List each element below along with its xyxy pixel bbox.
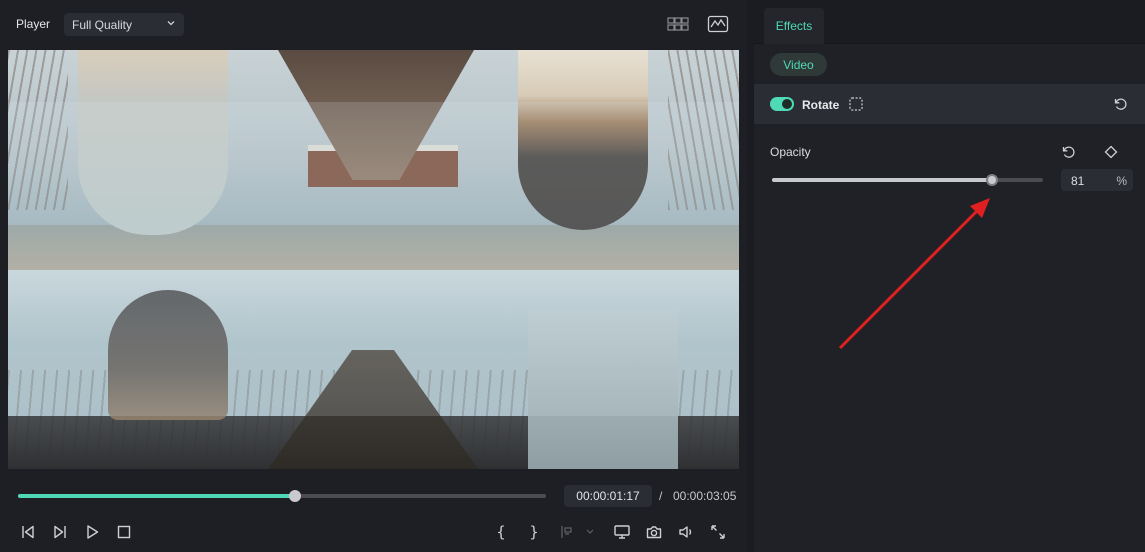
insert-dropdown[interactable] <box>557 522 597 542</box>
waveform-monitor-icon[interactable] <box>707 14 729 34</box>
mark-in-button[interactable]: { <box>491 522 511 542</box>
rotate-label: Rotate <box>802 98 840 112</box>
play-icon <box>87 525 99 539</box>
editor-window: Player Full Quality 00:00:01:17 / 00:00:… <box>0 0 1145 552</box>
player-header: Player Full Quality <box>0 0 746 48</box>
reset-icon[interactable] <box>1113 96 1129 112</box>
keyframe-diamond-icon[interactable] <box>1103 144 1119 160</box>
grid-view-icon[interactable] <box>667 14 689 34</box>
timeline-playhead[interactable] <box>288 490 301 502</box>
step-forward-icon <box>54 525 66 539</box>
expand-icon <box>711 525 725 539</box>
fullscreen-button[interactable] <box>708 522 728 542</box>
video-preview[interactable] <box>8 50 739 469</box>
total-time: 00:00:03:05 <box>673 489 737 503</box>
mark-out-button[interactable]: } <box>524 522 544 542</box>
step-back-icon <box>22 525 34 539</box>
player-title: Player <box>16 17 51 31</box>
next-frame-button[interactable] <box>50 522 70 542</box>
annotation-arrow-icon <box>838 198 990 350</box>
opacity-slider[interactable] <box>772 174 1043 186</box>
quality-value: Full Quality <box>72 17 133 32</box>
play-button[interactable] <box>82 522 102 542</box>
volume-button[interactable] <box>676 522 696 542</box>
prev-frame-button[interactable] <box>18 522 38 542</box>
rotate-effect-row: Rotate <box>754 84 1145 124</box>
camera-icon <box>646 526 662 539</box>
rotate-toggle[interactable] <box>770 97 794 111</box>
effect-frame-icon[interactable] <box>848 96 864 112</box>
opacity-label: Opacity <box>770 145 811 159</box>
opacity-value: 81 <box>1071 174 1085 188</box>
display-settings-button[interactable] <box>612 522 632 542</box>
monitor-icon <box>614 525 630 539</box>
opacity-input[interactable]: 81 % <box>1061 169 1133 191</box>
panel-tabbar: Effects <box>754 0 1145 44</box>
stop-icon <box>117 525 131 539</box>
opacity-unit: % <box>1116 174 1127 188</box>
playback-timeline[interactable] <box>18 490 546 502</box>
tab-effects[interactable]: Effects <box>764 8 824 44</box>
opacity-reset-icon[interactable] <box>1061 144 1077 160</box>
preview-overlay <box>8 102 739 416</box>
video-subtab[interactable]: Video <box>770 53 827 76</box>
player-panel: Player Full Quality 00:00:01:17 / 00:00:… <box>0 0 746 552</box>
insert-clip-icon <box>561 526 594 538</box>
quality-dropdown[interactable]: Full Quality <box>64 13 184 36</box>
stop-button[interactable] <box>114 522 134 542</box>
chevron-down-icon <box>167 21 175 26</box>
timeline-progress <box>18 494 295 498</box>
speaker-icon <box>679 526 692 538</box>
current-time[interactable]: 00:00:01:17 <box>564 485 652 507</box>
opacity-slider-handle[interactable] <box>985 174 998 186</box>
snapshot-button[interactable] <box>644 522 664 542</box>
time-separator: / <box>659 489 663 503</box>
opacity-slider-fill <box>772 178 992 182</box>
